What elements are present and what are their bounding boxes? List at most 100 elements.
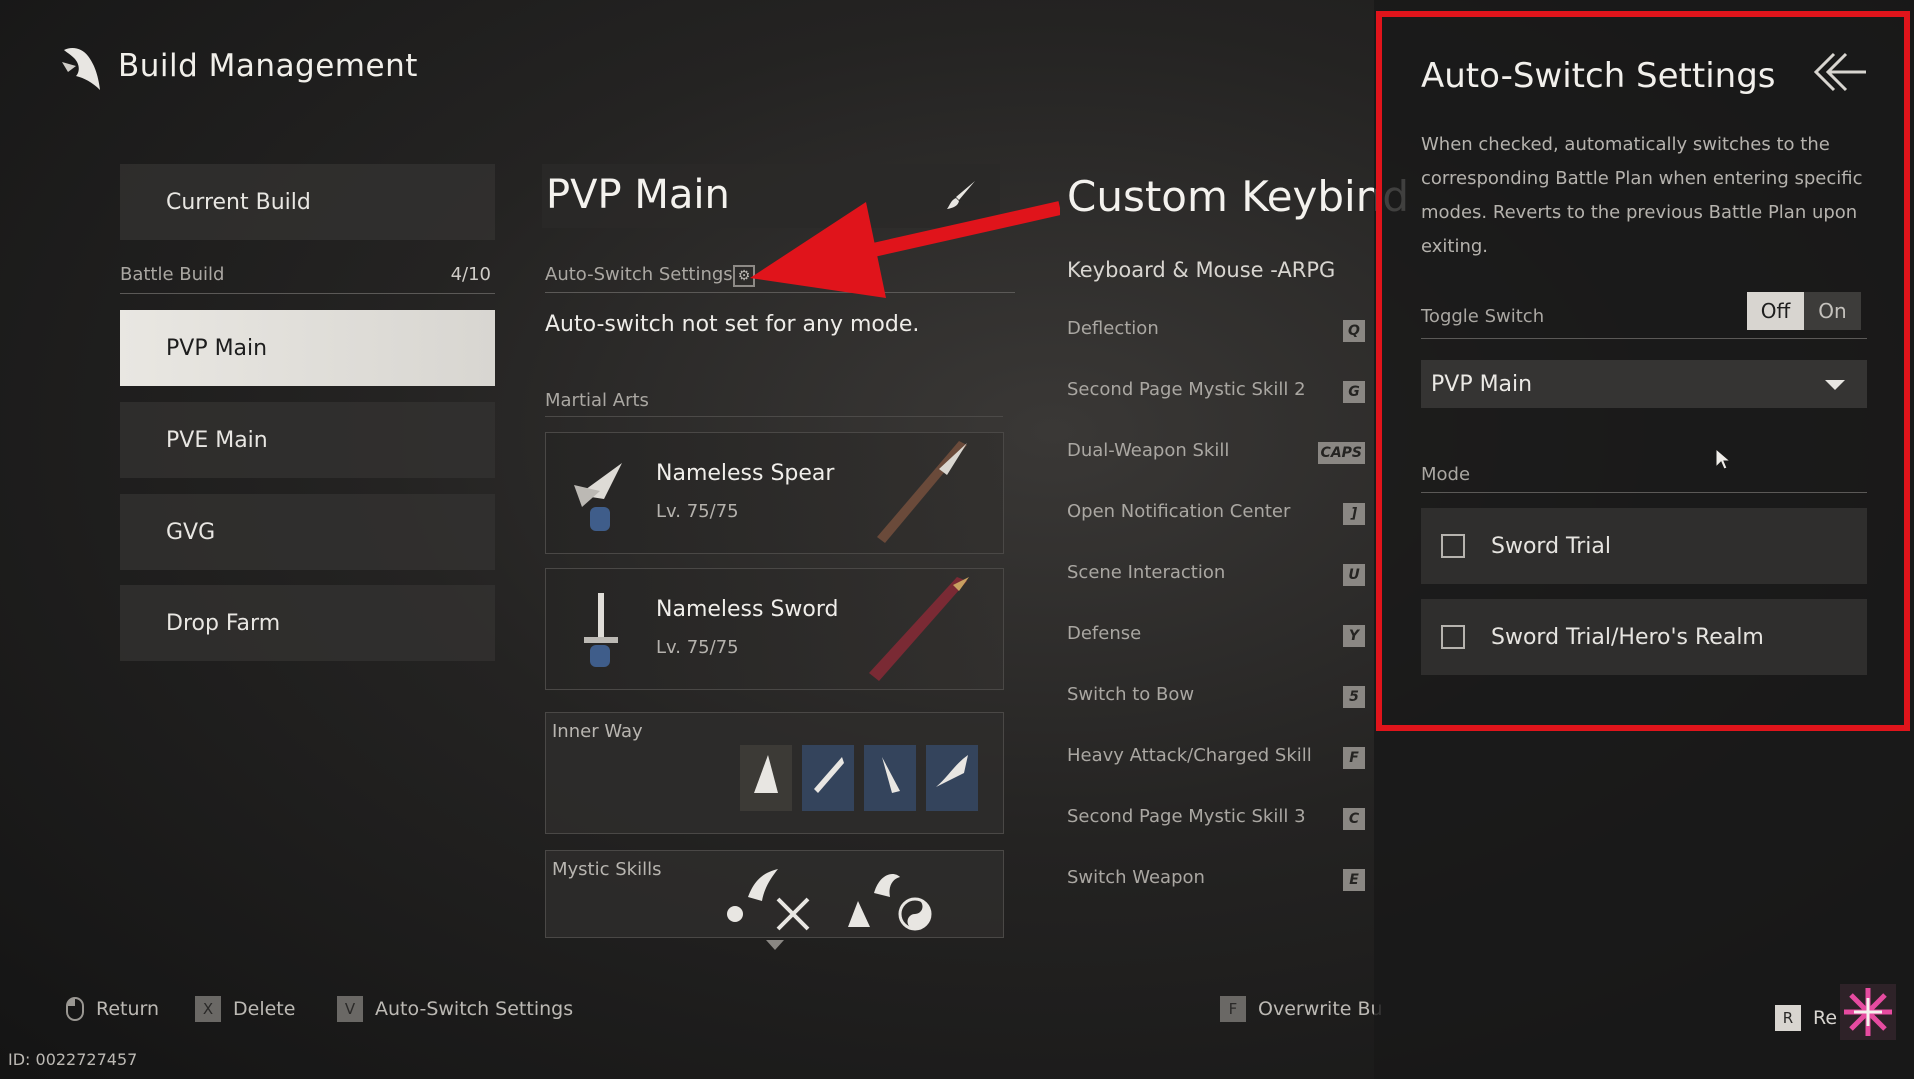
weapon-name: Nameless Sword: [656, 597, 839, 622]
keybind-key: Q: [1343, 320, 1365, 342]
keybind-label: Scene Interaction: [1067, 562, 1226, 583]
keybind-key: E: [1343, 869, 1365, 891]
panel-title: Auto-Switch Settings: [1421, 56, 1776, 96]
yin-yang-icon[interactable]: [894, 893, 936, 935]
keybind-key: ]: [1343, 503, 1365, 525]
reset-key: R: [1775, 1005, 1801, 1031]
mode-option-sword-trial-heros-realm[interactable]: Sword Trial/Hero's Realm: [1421, 599, 1867, 675]
autoswitch-action-label: Auto-Switch Settings: [375, 998, 574, 1020]
reset-label: Re: [1813, 1007, 1838, 1029]
keybind-row: Deflection Q: [1067, 318, 1365, 348]
scroll-down-icon[interactable]: [766, 940, 784, 950]
panel-description: When checked, automatically switches to …: [1421, 134, 1863, 257]
inner-way-slot-4-icon[interactable]: [924, 743, 980, 813]
keybind-label: Second Page Mystic Skill 3: [1067, 806, 1306, 827]
weapon-level: Lv. 75/75: [656, 501, 739, 522]
dropdown-value: PVP Main: [1431, 371, 1533, 397]
keybind-label: Switch Weapon: [1067, 867, 1205, 888]
mystic-skill-3-icon[interactable]: [772, 893, 814, 935]
mystic-skills-label: Mystic Skills: [552, 859, 662, 880]
keybind-row: Switch Weapon E: [1067, 867, 1365, 897]
inner-way-panel[interactable]: Inner Way: [545, 712, 1004, 834]
weapon-card-sword[interactable]: Nameless Sword Lv. 75/75: [545, 568, 1004, 690]
keybind-key: C: [1343, 808, 1365, 830]
battle-plan-dropdown[interactable]: PVP Main: [1421, 360, 1867, 408]
caret-down-icon: [1825, 380, 1845, 390]
keybind-label: Deflection: [1067, 318, 1159, 339]
build-title: PVP Main: [546, 172, 730, 218]
keybind-label: Dual-Weapon Skill: [1067, 440, 1230, 461]
keybind-key: CAPS: [1317, 442, 1365, 464]
battle-build-label: Battle Build: [120, 264, 225, 285]
spear-icon: [574, 463, 622, 531]
mystic-skill-2-icon[interactable]: [714, 893, 756, 935]
mystic-skill-5-icon[interactable]: [838, 893, 880, 935]
autoswitch-key: V: [337, 996, 363, 1022]
divider: [1421, 338, 1867, 339]
keybind-label: Heavy Attack/Charged Skill: [1067, 745, 1312, 766]
toggle-on-option[interactable]: On: [1804, 292, 1861, 330]
sword-art-icon: [869, 577, 969, 681]
delete-key: X: [195, 996, 221, 1022]
checkbox[interactable]: [1441, 534, 1465, 558]
weapon-card-spear[interactable]: Nameless Spear Lv. 75/75: [545, 432, 1004, 554]
build-item-label: GVG: [166, 519, 216, 545]
inner-way-slot-1-icon[interactable]: [738, 743, 794, 813]
keybind-key: 5: [1343, 686, 1365, 708]
inner-way-label: Inner Way: [552, 721, 643, 742]
annotation-arrow-icon: [750, 201, 1060, 298]
keybind-label: Second Page Mystic Skill 2: [1067, 379, 1306, 400]
mode-option-label: Sword Trial: [1491, 533, 1611, 559]
sword-icon: [584, 593, 618, 667]
autoswitch-status: Auto-switch not set for any mode.: [545, 312, 920, 337]
toggle-switch[interactable]: Off On: [1747, 292, 1861, 330]
autoswitch-action[interactable]: V Auto-Switch Settings: [337, 995, 573, 1023]
inner-way-slot-2-icon[interactable]: [800, 743, 856, 813]
mystic-skills-panel[interactable]: Mystic Skills: [545, 850, 1004, 938]
weapon-name: Nameless Spear: [656, 461, 835, 486]
build-item-label: PVP Main: [166, 335, 268, 361]
overwrite-label: Overwrite Bu: [1258, 998, 1383, 1020]
cursor-icon: [1715, 447, 1732, 470]
keybind-subtitle: Keyboard & Mouse -ARPG: [1067, 258, 1336, 282]
keybind-key: Y: [1343, 625, 1365, 647]
keybind-row: Defense Y: [1067, 623, 1365, 653]
keybind-row: Heavy Attack/Charged Skill F: [1067, 745, 1365, 775]
autoswitch-settings-label: Auto-Switch Settings: [545, 264, 733, 285]
checkbox[interactable]: [1441, 625, 1465, 649]
battle-build-count: 4/10: [450, 264, 491, 285]
mode-label: Mode: [1421, 464, 1471, 485]
keybind-row: Open Notification Center]: [1067, 501, 1365, 531]
reset-action[interactable]: R Re: [1775, 1005, 1837, 1031]
toggle-off-option[interactable]: Off: [1747, 292, 1804, 330]
divider: [1421, 492, 1867, 493]
current-build-label: Current Build: [166, 189, 311, 215]
keybind-row: Dual-Weapon Skill CAPS: [1067, 440, 1365, 470]
mode-option-sword-trial[interactable]: Sword Trial: [1421, 508, 1867, 584]
delete-label: Delete: [233, 998, 296, 1020]
keybind-row: Switch to Bow 5: [1067, 684, 1365, 714]
mode-option-label: Sword Trial/Hero's Realm: [1491, 624, 1764, 650]
spear-art-icon: [877, 441, 967, 543]
build-item-gvg[interactable]: GVG: [120, 494, 495, 570]
build-item-drop-farm[interactable]: Drop Farm: [120, 585, 495, 661]
back-arrow-icon[interactable]: [1812, 50, 1868, 94]
build-item-pvp-main[interactable]: PVP Main: [120, 310, 495, 386]
build-item-label: Drop Farm: [166, 610, 281, 636]
delete-action[interactable]: X Delete: [195, 995, 295, 1023]
keybind-label: Defense: [1067, 623, 1142, 644]
keybind-row: Second Page Mystic Skill 3 C: [1067, 806, 1365, 836]
build-item-label: PVE Main: [166, 427, 268, 453]
keybind-key: U: [1343, 564, 1365, 586]
battle-build-header: Battle Build 4/10: [120, 264, 495, 294]
build-item-pve-main[interactable]: PVE Main: [120, 402, 495, 478]
overwrite-action[interactable]: F Overwrite Bu: [1220, 995, 1383, 1023]
inner-way-slot-3-icon[interactable]: [862, 743, 918, 813]
user-id: ID: 0022727457: [8, 1050, 138, 1069]
return-action[interactable]: Return: [66, 995, 159, 1023]
mouse-icon: [66, 997, 84, 1021]
keybind-label: Switch to Bow: [1067, 684, 1195, 705]
keybind-key: G: [1343, 381, 1365, 403]
current-build-button[interactable]: Current Build: [120, 164, 495, 240]
keybind-row: Second Page Mystic Skill 2 G: [1067, 379, 1365, 409]
